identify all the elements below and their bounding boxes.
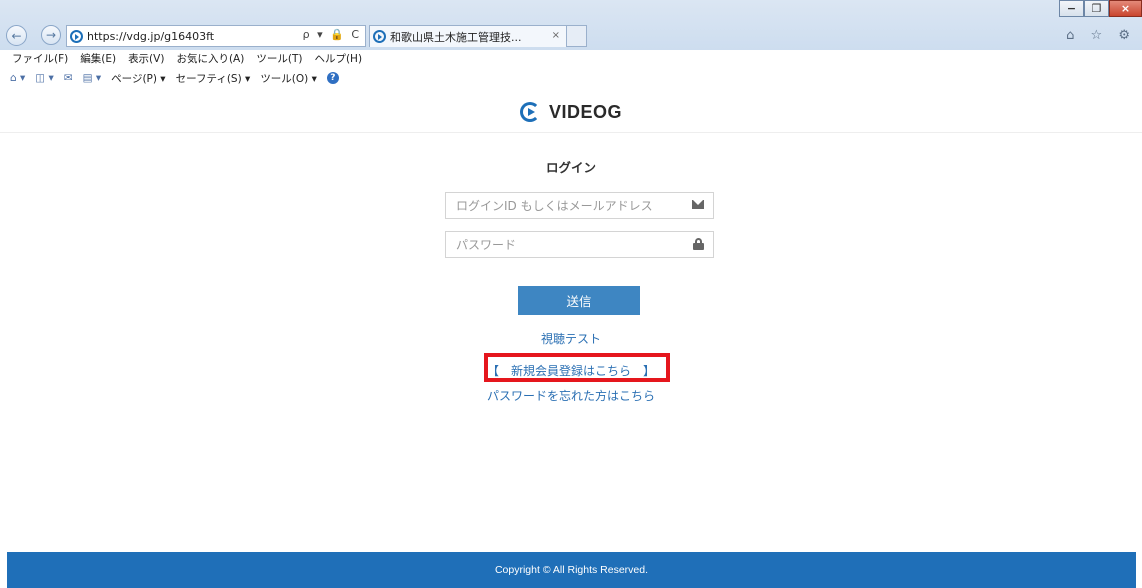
- restore-button[interactable]: ❐: [1084, 0, 1109, 17]
- back-button[interactable]: ←: [6, 25, 27, 46]
- copyright-text: Copyright © All Rights Reserved.: [494, 564, 649, 576]
- menu-view[interactable]: 表示(V): [128, 51, 164, 66]
- login-title: ログイン: [545, 160, 596, 175]
- address-url[interactable]: https://vdg.jp/g16403ft: [87, 30, 214, 43]
- site-favicon-icon: [70, 29, 83, 43]
- window-controls: − ❐ ×: [1059, 0, 1142, 17]
- site-footer: Copyright © All Rights Reserved.: [7, 552, 1136, 588]
- tools-menu[interactable]: ツール(O) ▾: [260, 71, 317, 86]
- forgot-password-link[interactable]: パスワードを忘れた方はこちら: [487, 389, 655, 403]
- minimize-button[interactable]: −: [1059, 0, 1084, 17]
- forgot-password-link-row: パスワードを忘れた方はこちら: [0, 387, 1142, 404]
- print-icon[interactable]: ▤ ▾: [83, 72, 102, 84]
- address-bar-tools[interactable]: ρ ▾ 🔒 C: [303, 28, 361, 41]
- menu-file[interactable]: ファイル(F): [12, 51, 68, 66]
- submit-button[interactable]: 送信: [518, 286, 640, 315]
- site-header: VIDEOG: [0, 92, 1142, 133]
- mail-command-icon[interactable]: ✉: [64, 72, 73, 84]
- window-close-button[interactable]: ×: [1109, 0, 1142, 17]
- register-highlight-box: [484, 353, 670, 382]
- videog-logo-icon: [519, 102, 540, 122]
- password-field[interactable]: [445, 231, 714, 258]
- arrow-right-icon: →: [45, 28, 57, 42]
- menu-edit[interactable]: 編集(E): [80, 51, 116, 66]
- view-test-link[interactable]: 視聴テスト: [541, 332, 601, 346]
- forward-button[interactable]: →: [41, 25, 61, 45]
- menu-help[interactable]: ヘルプ(H): [314, 51, 362, 66]
- logo-text: VIDEOG: [548, 101, 622, 122]
- menu-favorites[interactable]: お気に入り(A): [176, 51, 244, 66]
- password-input[interactable]: [446, 232, 686, 257]
- browser-tab[interactable]: 和歌山県土木施工管理技... ×: [369, 25, 567, 47]
- login-id-input[interactable]: [446, 193, 686, 218]
- view-test-link-row: 視聴テスト: [0, 330, 1142, 347]
- mail-icon: [692, 200, 704, 209]
- page-menu[interactable]: ページ(P) ▾: [111, 71, 165, 86]
- site-logo[interactable]: VIDEOG: [519, 101, 622, 123]
- tab-bar: ← → https://vdg.jp/g16403ft ρ ▾ 🔒 C 和歌山県…: [0, 0, 1142, 50]
- tab-close-icon[interactable]: ×: [552, 30, 560, 41]
- menu-bar: ファイル(F) 編集(E) 表示(V) お気に入り(A) ツール(T) ヘルプ(…: [0, 50, 1142, 66]
- safety-menu[interactable]: セーフティ(S) ▾: [176, 71, 251, 86]
- address-bar[interactable]: https://vdg.jp/g16403ft ρ ▾ 🔒 C: [66, 25, 366, 47]
- lock-icon: [693, 238, 704, 250]
- feeds-icon[interactable]: ◫ ▾: [35, 72, 54, 84]
- tab-title: 和歌山県土木施工管理技...: [390, 30, 522, 44]
- help-icon[interactable]: ?: [326, 72, 339, 84]
- home-favorites-settings-icons[interactable]: ⌂ ☆ ⚙: [1066, 28, 1136, 43]
- command-bar: ⌂ ▾ ◫ ▾ ✉ ▤ ▾ ページ(P) ▾ セーフティ(S) ▾ ツール(O)…: [0, 67, 1142, 89]
- menu-tools[interactable]: ツール(T): [256, 51, 302, 66]
- new-tab-button[interactable]: [567, 25, 587, 47]
- arrow-left-icon: ←: [11, 28, 22, 43]
- home-icon[interactable]: ⌂ ▾: [10, 72, 25, 84]
- tab-favicon-icon: [373, 30, 386, 43]
- login-id-field[interactable]: [445, 192, 714, 219]
